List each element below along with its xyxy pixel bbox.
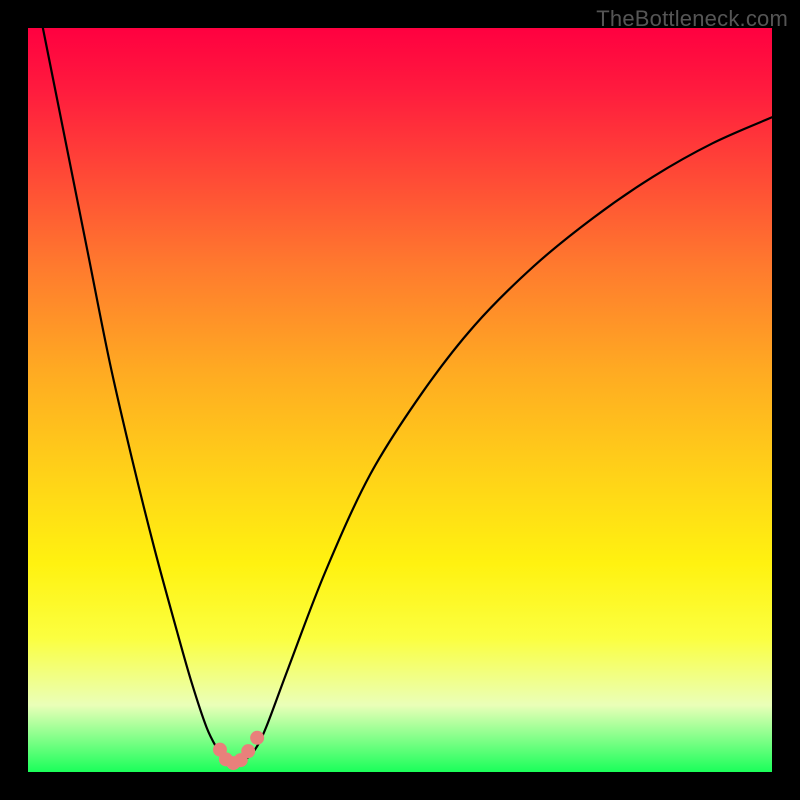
- curve-marker: [241, 744, 255, 758]
- chart-plot-area: [28, 28, 772, 772]
- bottleneck-curve: [43, 28, 772, 765]
- curve-marker: [250, 731, 264, 745]
- chart-svg: [28, 28, 772, 772]
- watermark-text: TheBottleneck.com: [596, 6, 788, 32]
- curve-markers: [213, 731, 264, 770]
